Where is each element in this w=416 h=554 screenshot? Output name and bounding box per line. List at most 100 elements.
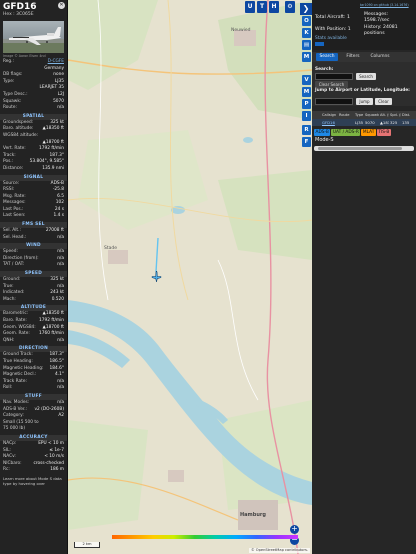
clear-search-button[interactable]: Clear Search — [315, 81, 348, 88]
jump-button[interactable]: Jump — [356, 98, 373, 105]
total-aircraft: Total Aircraft: 1 — [315, 15, 350, 20]
info-row: Vert. Rate: 1792 ft/min — [0, 146, 67, 153]
table-cell: 5070 — [365, 120, 375, 125]
info-value: LEARJET 35 — [39, 85, 64, 91]
info-key: Type Desc.: — [3, 91, 28, 97]
map-side-button-2[interactable]: K — [302, 28, 311, 38]
map-side-button-8[interactable]: R — [302, 125, 311, 135]
info-value: 27008 ft — [45, 228, 64, 234]
info-row: Speed: n/a — [0, 249, 67, 256]
info-value: 0.520 — [51, 296, 64, 302]
map-button-u[interactable]: U — [245, 1, 255, 13]
altitude-color-legend — [112, 535, 298, 539]
source-badge: ADS-B — [314, 129, 331, 136]
column-header[interactable]: Route — [338, 111, 354, 119]
column-header[interactable]: Dist. — [401, 111, 416, 119]
aircraft-photo[interactable] — [3, 21, 64, 53]
info-row: Route: n/a — [0, 105, 67, 112]
search-input[interactable] — [315, 73, 353, 80]
map-button-t[interactable]: T — [257, 1, 267, 13]
info-key: Pos.: — [3, 159, 14, 165]
clear-button[interactable]: Clear — [375, 98, 392, 105]
info-value: n/a — [57, 262, 64, 268]
source-badge: MLAT — [361, 129, 376, 136]
map-side-button-3[interactable]: M — [302, 52, 311, 62]
table-cell[interactable]: GFD16 — [321, 119, 338, 126]
settings-gear-icon[interactable]: ⚙ — [285, 1, 295, 13]
column-header[interactable]: Spd. (kt) — [389, 111, 401, 119]
info-row: Barometric: ▲18350 ft — [0, 311, 67, 318]
table-cell: 325 — [390, 120, 398, 125]
sidebar-toggle-icon[interactable]: ❯ — [300, 3, 312, 15]
info-key: Barometric: — [3, 311, 29, 317]
info-row: Mach: 0.520 — [0, 297, 67, 304]
map-side-button-4[interactable]: V — [302, 75, 311, 85]
stats-chart-icon[interactable] — [315, 42, 324, 46]
close-icon[interactable]: ✕ — [58, 2, 65, 9]
info-key: 75 000 lb) — [3, 426, 25, 432]
tab-columns[interactable]: Columns — [367, 53, 393, 61]
column-header[interactable]: Squawk — [364, 111, 379, 119]
info-row: Rc: 186 m — [0, 467, 67, 474]
hex-code: Hex : 3C065E — [3, 12, 34, 17]
table-cell: LJ35 — [355, 120, 364, 125]
source-badge: TIS-B — [376, 129, 391, 136]
info-key: Reg.: — [3, 59, 14, 64]
mode-s-legend: Mode-S — [315, 137, 334, 143]
map-side-button-1[interactable]: O — [302, 16, 311, 26]
column-header[interactable]: Alt. (ft) — [379, 111, 389, 119]
jump-input[interactable] — [315, 98, 353, 105]
info-key: Rc: — [3, 467, 10, 473]
aircraft-marker-icon[interactable] — [151, 271, 162, 282]
table-row[interactable]: GFD16 LJ355070 ▲18350325 135 — [312, 119, 416, 126]
info-value: 135.9 nmi — [42, 165, 64, 171]
place-label-3: Hamburg — [240, 512, 266, 518]
map-side-button-5[interactable]: M — [302, 87, 311, 97]
info-row: QNH: n/a — [0, 338, 67, 345]
info-row: Category: A2 — [0, 413, 67, 420]
stats-header: tar1090 on github (3.14.1676) Total Airc… — [312, 0, 416, 50]
column-header[interactable] — [312, 111, 321, 119]
map-side-button-7[interactable]: I — [302, 111, 311, 121]
info-key: WGS84 altitude: — [3, 132, 39, 138]
info-value: -25.8 — [52, 187, 64, 193]
tab-filters[interactable]: Filters — [342, 53, 364, 61]
stats-link[interactable]: Stats available — [315, 36, 347, 42]
place-label-2: Stade — [104, 246, 118, 251]
search-label: Search: — [315, 67, 334, 72]
info-value: 186 m — [50, 467, 64, 473]
info-value: A2 — [58, 413, 64, 419]
map-side-button-9[interactable]: F — [302, 137, 311, 147]
info-row: Magnetic Decl.: 4.1° — [0, 372, 67, 379]
info-key: True Heading: — [3, 358, 33, 364]
aircraft-table: CallsignRouteTypeSquawkAlt. (ft)Spd. (kt… — [312, 111, 416, 126]
info-key: Magnetic Decl.: — [3, 372, 37, 378]
info-key: TAT / OAT: — [3, 262, 25, 268]
search-button[interactable]: Search — [356, 73, 376, 80]
layers-icon[interactable]: ▤ — [302, 40, 311, 50]
map-attribution[interactable]: © OpenStreetMap contributors. — [249, 548, 310, 553]
info-key: Baro. Rate: — [3, 318, 27, 323]
info-key: NACp: — [3, 440, 17, 446]
info-value: n/a — [57, 234, 64, 240]
info-value: ▲18350 ft — [42, 311, 64, 317]
info-key: Vert. Rate: — [3, 146, 26, 152]
map-button-h[interactable]: H — [269, 1, 279, 13]
table-scrollbar[interactable] — [314, 146, 414, 151]
scrollbar-thumb[interactable] — [318, 147, 402, 150]
info-row: True Heading: 186.5° — [0, 359, 67, 366]
info-value: n/a — [57, 105, 64, 111]
info-value: 102 — [55, 200, 64, 206]
map-view[interactable]: Neuwied Stade Hamburg U T H ⚙ O K ▤ M V … — [68, 0, 312, 554]
tab-search[interactable]: Search — [316, 53, 338, 61]
info-key: Last Seen: — [3, 213, 26, 219]
info-value: 1.4 s — [53, 213, 64, 219]
zoom-in-button[interactable]: + — [290, 525, 299, 534]
info-sections: SPATIAL Groundspeed: 325 kt Baro. altitude:… — [0, 113, 67, 474]
version-link[interactable]: tar1090 on github (3.14.1676) — [360, 3, 409, 7]
column-header[interactable]: Callsign — [321, 111, 338, 119]
column-header[interactable]: Type — [354, 111, 364, 119]
info-key: Route: — [3, 105, 17, 111]
info-value[interactable]: D-CGFE — [48, 59, 64, 66]
map-side-button-6[interactable]: P — [302, 99, 311, 109]
